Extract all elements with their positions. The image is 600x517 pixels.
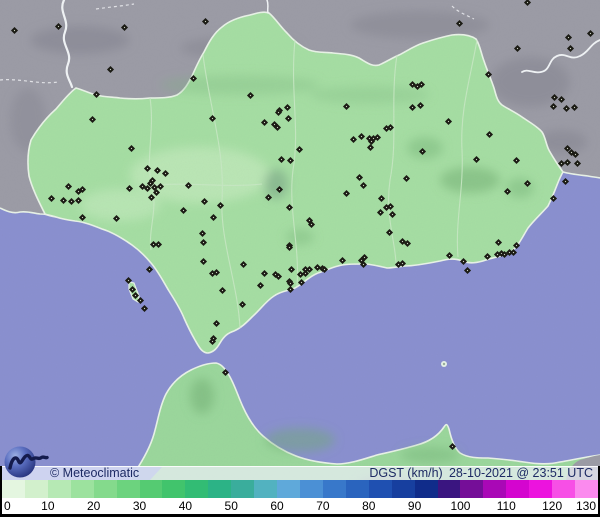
andalusia-gust-map: [0, 0, 600, 517]
scale-block-10: [47, 480, 71, 498]
scale-block-20: [93, 480, 117, 498]
scale-tick-110: 110: [496, 499, 516, 513]
scale-tick-20: 20: [87, 499, 101, 513]
terrain-noise: [0, 0, 600, 517]
product-label: DGST (km/h): [369, 466, 443, 480]
scale-tick-60: 60: [270, 499, 284, 513]
scale-block-90: [414, 480, 438, 498]
scale-tick-30: 30: [132, 499, 147, 513]
scale-block-70: [322, 480, 346, 498]
scale-block-0: [2, 480, 25, 498]
scale-block-95: [437, 480, 461, 498]
color-scale-ticks: 0 10 20 30 40 50 60 70 80 90 100 110 120 130: [2, 498, 598, 514]
scale-block-125: [575, 480, 598, 498]
legend-footer: © Meteoclimatic DGST (km/h) 28-10-2021 @…: [0, 466, 600, 517]
scale-block-65: [299, 480, 323, 498]
meteoclimatic-logo[interactable]: [3, 445, 53, 481]
scale-block-85: [391, 480, 415, 498]
scale-block-80: [368, 480, 392, 498]
scale-block-30: [139, 480, 163, 498]
scale-block-45: [208, 480, 232, 498]
scale-tick-120: 120: [542, 499, 563, 513]
scale-block-15: [70, 480, 94, 498]
meteoclimatic-credit-link[interactable]: © Meteoclimatic: [50, 467, 139, 480]
scale-block-110: [506, 480, 530, 498]
scale-block-35: [162, 480, 186, 498]
scale-block-50: [231, 480, 255, 498]
scale-tick-10: 10: [41, 499, 55, 513]
scale-block-120: [552, 480, 576, 498]
scale-block-60: [277, 480, 300, 498]
footer-label-bar: © Meteoclimatic DGST (km/h) 28-10-2021 @…: [2, 466, 598, 480]
product-timestamp-label: DGST (km/h) 28-10-2021 @ 23:51 UTC: [369, 467, 593, 480]
scale-tick-70: 70: [316, 499, 330, 513]
scale-block-100: [460, 480, 484, 498]
scale-block-115: [529, 480, 553, 498]
scale-tick-40: 40: [178, 499, 193, 513]
scale-tick-90: 90: [407, 499, 422, 513]
color-scale-gradient: [2, 480, 598, 498]
scale-block-40: [185, 480, 209, 498]
scale-block-75: [345, 480, 369, 498]
scale-block-5: [24, 480, 48, 498]
scale-tick-0: 0: [4, 499, 11, 513]
scale-block-105: [483, 480, 507, 498]
scale-tick-50: 50: [224, 499, 238, 513]
scale-tick-100: 100: [450, 499, 471, 513]
scale-block-25: [116, 480, 140, 498]
timestamp-label: 28-10-2021 @ 23:51 UTC: [448, 466, 593, 480]
scale-tick-130: 130: [575, 499, 596, 513]
scale-tick-80: 80: [362, 499, 376, 513]
weather-map-window: © Meteoclimatic DGST (km/h) 28-10-2021 @…: [0, 0, 600, 517]
scale-block-55: [254, 480, 278, 498]
